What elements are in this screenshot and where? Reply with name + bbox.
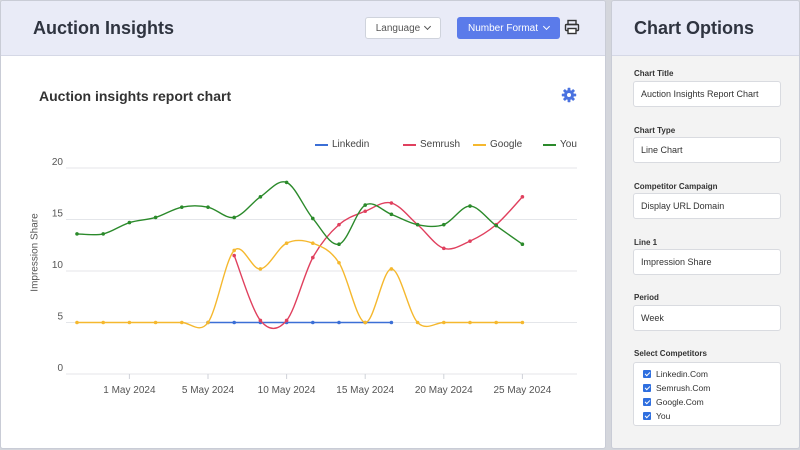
checkbox-checked-icon (643, 412, 651, 420)
x-tick-label: 25 May 2024 (493, 385, 551, 396)
data-point-google (468, 320, 472, 325)
checkbox-checked-icon (643, 398, 651, 406)
side-panel-title: Chart Options (634, 18, 754, 38)
data-point-semrush (258, 318, 263, 323)
data-point-google (363, 320, 368, 325)
y-tick-label: 0 (57, 363, 63, 374)
line-chart: 0 5 10 15 20 1 May 2024 5 May 2024 10 May 2024 1… (52, 157, 577, 396)
data-point-you (153, 215, 158, 220)
competitor-linkedin-checkbox[interactable]: Linkedin.Com (643, 367, 780, 381)
data-point-you (415, 222, 420, 227)
data-point-google (337, 260, 341, 265)
data-point-you (520, 242, 525, 247)
data-point-google (520, 320, 525, 325)
data-point-google (415, 320, 420, 325)
data-point-semrush (284, 318, 289, 323)
data-point-semrush (389, 201, 394, 205)
data-point-semrush (311, 255, 315, 260)
data-point-linkedin (337, 320, 341, 325)
competitor-campaign-field[interactable]: Display URL Domain (633, 193, 781, 219)
data-point-google (311, 241, 315, 245)
x-tick-label: 15 May 2024 (336, 385, 394, 396)
competitor-label: Semrush.Com (656, 383, 711, 393)
data-point-you (311, 216, 315, 221)
x-tick-label: 10 May 2024 (258, 385, 316, 396)
data-point-semrush (337, 222, 341, 227)
data-point-linkedin (232, 320, 236, 325)
main-panel: Auction Insights Language Number Format … (0, 0, 606, 449)
competitor-label: You (656, 411, 671, 421)
data-point-you (494, 223, 499, 228)
series-line-you (76, 181, 523, 245)
data-point-google (101, 320, 105, 325)
data-point-you (337, 242, 341, 247)
data-point-google (206, 320, 210, 325)
data-point-google (284, 241, 289, 245)
checkbox-checked-icon (643, 384, 651, 392)
data-point-you (180, 205, 184, 209)
checkbox-checked-icon (643, 370, 651, 378)
period-field[interactable]: Week (633, 305, 781, 331)
data-point-google (258, 267, 263, 271)
competitor-campaign-label: Competitor Campaign (634, 182, 718, 191)
data-point-you (389, 212, 394, 217)
period-label: Period (634, 293, 659, 302)
data-point-you (442, 222, 446, 227)
data-point-you (468, 204, 472, 208)
chart-title-field[interactable]: Auction Insights Report Chart (633, 81, 781, 107)
data-point-semrush (520, 195, 525, 199)
data-point-you (363, 203, 368, 207)
data-point-google (180, 320, 184, 325)
data-point-linkedin (311, 320, 315, 325)
data-point-semrush (232, 253, 236, 258)
side-header: Chart Options (612, 1, 799, 56)
y-tick-label: 5 (57, 312, 63, 323)
data-point-google (153, 320, 158, 325)
data-point-google (127, 320, 132, 325)
data-point-google (389, 267, 394, 271)
competitor-semrush-checkbox[interactable]: Semrush.Com (643, 381, 780, 395)
data-point-semrush (468, 239, 472, 243)
data-point-semrush (442, 246, 446, 251)
chart-type-label: Chart Type (634, 126, 676, 135)
chart-type-field[interactable]: Line Chart (633, 137, 781, 163)
competitor-label: Google.Com (656, 397, 704, 407)
data-point-you (206, 205, 210, 209)
x-tick-label: 1 May 2024 (103, 385, 156, 396)
line-1-label: Line 1 (634, 238, 658, 247)
x-tick-label: 20 May 2024 (415, 385, 473, 396)
x-tick-label: 5 May 2024 (182, 385, 235, 396)
chart-options-panel: Chart Options Chart Title Auction Insigh… (611, 0, 800, 449)
select-competitors-label: Select Competitors (634, 349, 707, 358)
data-point-you (101, 232, 105, 236)
data-point-you (258, 195, 263, 199)
series-line-semrush (233, 196, 523, 330)
data-point-linkedin (389, 320, 394, 325)
competitor-you-checkbox[interactable]: You (643, 409, 780, 423)
series-line-google (77, 239, 523, 329)
data-point-you (75, 232, 79, 236)
competitor-google-checkbox[interactable]: Google.Com (643, 395, 780, 409)
competitor-label: Linkedin.Com (656, 369, 708, 379)
data-point-google (494, 320, 499, 325)
chart-title-label: Chart Title (634, 69, 674, 78)
competitors-list: Linkedin.Com Semrush.Com Google.Com You (633, 362, 781, 426)
data-point-google (232, 248, 236, 253)
data-point-you (284, 180, 289, 185)
data-point-google (75, 320, 79, 325)
y-tick-label: 10 (52, 260, 64, 271)
y-tick-label: 15 (52, 209, 64, 220)
data-point-google (442, 320, 446, 325)
data-point-you (127, 220, 132, 225)
data-point-semrush (363, 209, 368, 214)
data-point-you (232, 215, 236, 220)
line-1-field[interactable]: Impression Share (633, 249, 781, 275)
y-tick-label: 20 (52, 157, 64, 168)
